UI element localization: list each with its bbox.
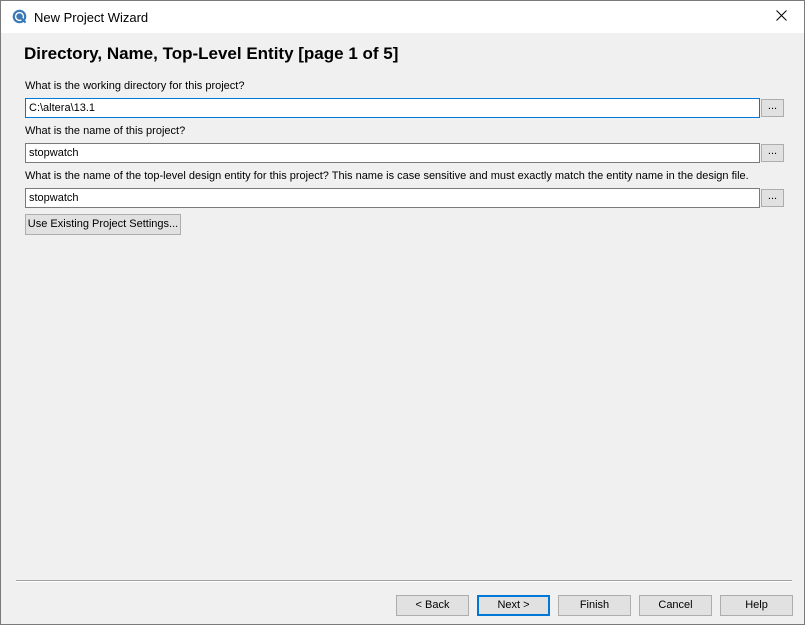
back-button[interactable]: < Back <box>396 595 469 616</box>
window-title: New Project Wizard <box>34 10 149 25</box>
top-entity-input[interactable] <box>25 188 760 208</box>
close-button[interactable] <box>758 1 804 33</box>
finish-button[interactable]: Finish <box>558 595 631 616</box>
use-existing-settings-button[interactable]: Use Existing Project Settings... <box>25 214 181 235</box>
directory-input[interactable] <box>25 98 760 118</box>
title-bar: New Project Wizard <box>1 1 804 33</box>
next-button[interactable]: Next > <box>477 595 550 616</box>
footer-separator <box>16 580 792 582</box>
project-name-input[interactable] <box>25 143 760 163</box>
browse-directory-button[interactable]: ... <box>761 99 784 117</box>
cancel-button[interactable]: Cancel <box>639 595 712 616</box>
project-name-label: What is the name of this project? <box>25 125 186 137</box>
directory-label: What is the working directory for this p… <box>25 80 245 92</box>
help-button[interactable]: Help <box>720 595 793 616</box>
browse-top-entity-button[interactable]: ... <box>761 189 784 207</box>
browse-project-name-button[interactable]: ... <box>761 144 784 162</box>
quartus-app-icon <box>12 9 27 24</box>
wizard-content: Directory, Name, Top-Level Entity [page … <box>1 33 804 624</box>
top-entity-label: What is the name of the top-level design… <box>25 170 749 182</box>
close-icon <box>775 10 787 24</box>
new-project-wizard-window: New Project Wizard Directory, Name, Top-… <box>0 0 805 625</box>
page-title: Directory, Name, Top-Level Entity [page … <box>24 44 399 63</box>
